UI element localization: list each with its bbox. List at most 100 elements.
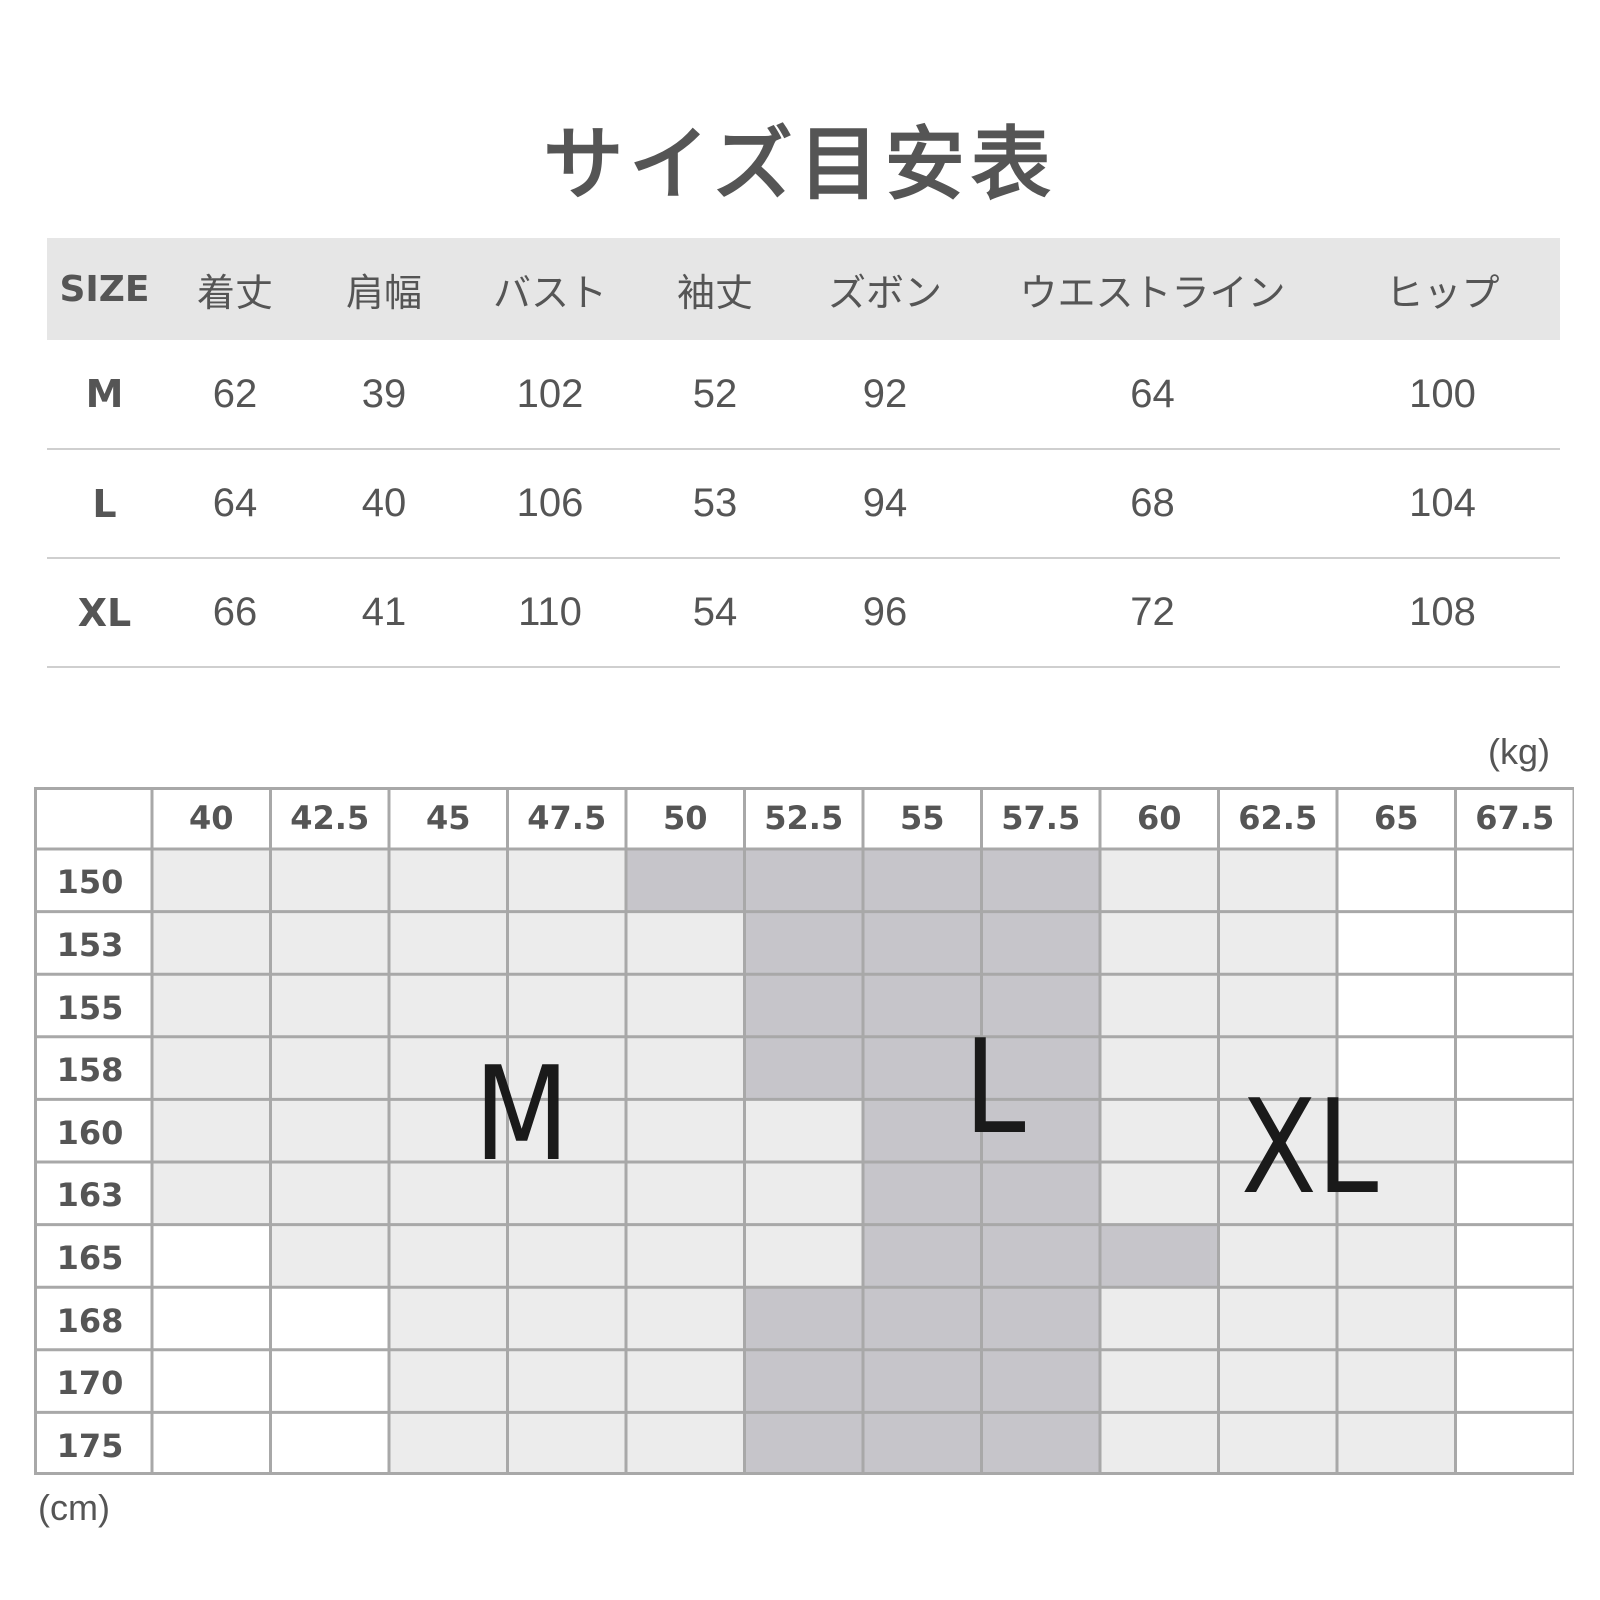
grid-cell	[1218, 911, 1337, 975]
zone-label-m: M	[474, 1038, 570, 1190]
grid-cell	[744, 1412, 863, 1475]
grid-cell	[270, 1099, 389, 1162]
grid-cell	[1455, 1349, 1574, 1413]
grid-cell	[626, 849, 745, 912]
grid-cell	[1218, 974, 1337, 1037]
grid-cell	[270, 911, 389, 975]
header-waist: ウエストライン	[1019, 270, 1286, 315]
row-size: M	[85, 372, 124, 416]
grid-cell	[981, 1162, 1100, 1225]
cell: 53	[692, 481, 738, 525]
grid-cell	[1337, 911, 1456, 975]
grid-cell	[152, 1287, 271, 1350]
grid-cell	[270, 1349, 389, 1413]
grid-cell	[626, 1412, 745, 1475]
weight-header: 62.5	[1238, 799, 1318, 837]
grid-cell	[389, 974, 508, 1037]
cell: 72	[1130, 590, 1175, 634]
grid-cell	[152, 1099, 271, 1162]
cell: 110	[518, 590, 582, 634]
grid-cell	[270, 1036, 389, 1100]
grid-cell	[744, 1287, 863, 1350]
grid-cell	[1337, 1412, 1456, 1475]
row-size: L	[92, 481, 117, 526]
grid-cell	[270, 974, 389, 1037]
grid-cell	[152, 1224, 271, 1288]
grid-cell	[1455, 1099, 1574, 1162]
grid-cell	[1455, 1412, 1574, 1475]
grid-cell	[863, 1287, 982, 1350]
grid-cell	[1100, 1224, 1219, 1288]
weight-header: 50	[662, 799, 708, 837]
header-pants: ズボン	[827, 270, 942, 315]
weight-header: 47.5	[527, 799, 607, 837]
grid-cell	[389, 911, 508, 975]
cell: 40	[361, 481, 407, 525]
grid-cell	[744, 911, 863, 975]
cell: 64	[212, 481, 258, 525]
grid-cell	[981, 849, 1100, 912]
weight-header: 55	[899, 799, 945, 837]
grid-cell	[507, 1412, 626, 1475]
grid-cell	[507, 849, 626, 912]
weight-header: 40	[188, 799, 234, 837]
grid-cell	[507, 1224, 626, 1288]
cell: 100	[1409, 371, 1476, 416]
grid-cell	[744, 1099, 863, 1162]
cell: 52	[692, 371, 738, 416]
grid-cell	[1337, 1224, 1456, 1288]
grid-cell	[981, 1412, 1100, 1475]
grid-cell	[1337, 974, 1456, 1037]
header-size: SIZE	[59, 268, 150, 310]
weight-header: 67.5	[1475, 799, 1555, 837]
cell: 66	[212, 590, 258, 634]
grid-cell	[270, 1287, 389, 1350]
header-length: 着丈	[196, 270, 273, 315]
grid-cell	[152, 911, 271, 975]
grid-cell	[389, 1412, 508, 1475]
grid-cell	[1100, 1287, 1219, 1350]
grid-cell	[152, 974, 271, 1037]
grid-cell	[981, 1224, 1100, 1288]
grid-cell	[270, 1162, 389, 1225]
table-row: M 62 39 102 52 92 64 100	[47, 340, 1560, 449]
grid-cell	[863, 849, 982, 912]
grid-cell	[270, 849, 389, 912]
grid-cell	[507, 911, 626, 975]
grid-cell	[270, 1224, 389, 1288]
header-sleeve: 袖丈	[676, 270, 753, 315]
grid-cell	[1218, 1287, 1337, 1350]
grid-cell	[981, 1287, 1100, 1350]
grid-cell	[1100, 911, 1219, 975]
grid-cell	[1100, 1412, 1219, 1475]
grid-cell	[863, 1162, 982, 1225]
cell: 94	[862, 481, 908, 525]
grid-cell	[863, 911, 982, 975]
weight-header: 52.5	[764, 799, 844, 837]
height-row-label: 150	[56, 863, 124, 902]
cell: 102	[516, 371, 584, 416]
grid-cell	[744, 1162, 863, 1225]
height-row-label: 170	[56, 1364, 124, 1403]
row-size: XL	[77, 590, 132, 635]
grid-cell	[626, 1287, 745, 1350]
height-row-label: 153	[56, 925, 124, 964]
grid-cell	[981, 911, 1100, 975]
cell: 64	[1130, 371, 1175, 416]
cell: 62	[212, 371, 258, 416]
weight-header: 57.5	[1001, 799, 1081, 837]
grid-cell	[626, 1099, 745, 1162]
grid-cell	[863, 1349, 982, 1413]
grid-cell	[1455, 1036, 1574, 1100]
table-header-row: SIZE 着丈 肩幅 バスト 袖丈 ズボン ウエストライン ヒップ	[47, 238, 1560, 340]
cell: 108	[1409, 590, 1476, 634]
weight-header: 42.5	[290, 799, 370, 837]
height-row-label: 158	[56, 1051, 124, 1090]
height-row-label: 165	[56, 1238, 124, 1277]
grid-cell	[152, 1036, 271, 1100]
grid-cell	[1337, 1287, 1456, 1350]
grid-cell	[1337, 849, 1456, 912]
grid-cell	[152, 1412, 271, 1475]
height-row-label: 163	[56, 1176, 124, 1215]
height-row-label: 168	[56, 1301, 124, 1340]
